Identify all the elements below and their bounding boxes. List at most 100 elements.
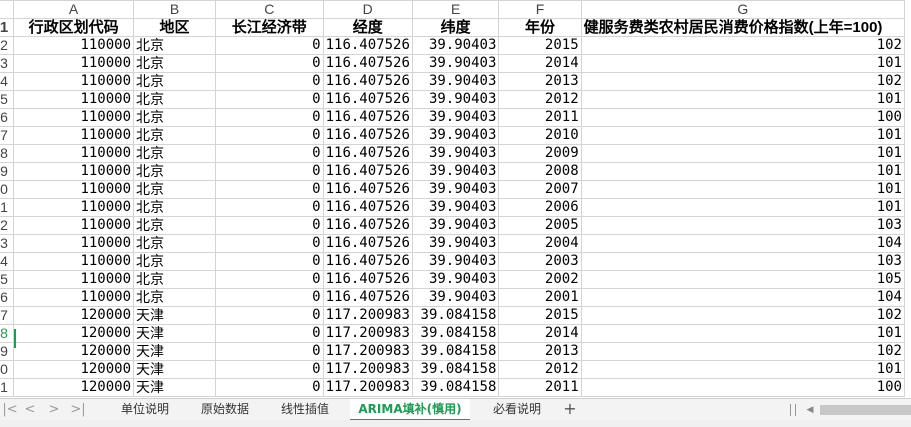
- cell[interactable]: 120000: [13, 378, 135, 397]
- cell[interactable]: 39.084158: [411, 342, 500, 361]
- cell[interactable]: 天津: [133, 324, 216, 343]
- column-header-f[interactable]: F: [498, 0, 582, 19]
- cell[interactable]: 2015: [498, 36, 582, 55]
- cell[interactable]: 2008: [498, 162, 582, 181]
- cell[interactable]: 39.90403: [411, 90, 500, 109]
- cell[interactable]: 39.90403: [411, 198, 500, 217]
- cell[interactable]: 北京: [133, 288, 216, 307]
- cell[interactable]: 110000: [13, 126, 135, 145]
- cell[interactable]: 2009: [498, 144, 582, 163]
- next-sheet-icon[interactable]: >: [46, 401, 62, 419]
- cell[interactable]: 116.407526: [322, 54, 413, 73]
- cell[interactable]: 北京: [133, 198, 216, 217]
- cell[interactable]: 101: [580, 90, 906, 109]
- cell[interactable]: 116.407526: [322, 234, 413, 253]
- column-header-a[interactable]: A: [13, 0, 135, 19]
- row-header[interactable]: 2: [0, 216, 15, 235]
- row-header[interactable]: 7: [0, 306, 15, 325]
- cell[interactable]: 2012: [498, 90, 582, 109]
- column-header-b[interactable]: B: [133, 0, 216, 19]
- row-header[interactable]: 8: [0, 324, 15, 343]
- tab-unit-description[interactable]: 单位说明: [110, 399, 180, 421]
- cell[interactable]: 103: [580, 252, 906, 271]
- column-header-e[interactable]: E: [411, 0, 500, 19]
- row-header[interactable]: 7: [0, 126, 15, 145]
- row-header[interactable]: 1: [0, 18, 15, 37]
- cell[interactable]: 110000: [13, 72, 135, 91]
- row-header[interactable]: 4: [0, 72, 15, 91]
- cell[interactable]: 116.407526: [322, 216, 413, 235]
- cell[interactable]: 39.084158: [411, 306, 500, 325]
- cell[interactable]: 0: [214, 342, 324, 361]
- select-all-corner[interactable]: [0, 0, 15, 19]
- cell[interactable]: 北京: [133, 234, 216, 253]
- cell[interactable]: 0: [214, 378, 324, 397]
- tab-splitter-handle[interactable]: [790, 404, 796, 416]
- cell[interactable]: 北京: [133, 216, 216, 235]
- cell[interactable]: 39.90403: [411, 36, 500, 55]
- cell[interactable]: 天津: [133, 360, 216, 379]
- cell[interactable]: 104: [580, 288, 906, 307]
- cell[interactable]: 2001: [498, 288, 582, 307]
- cell[interactable]: 116.407526: [322, 36, 413, 55]
- cell[interactable]: 0: [214, 54, 324, 73]
- row-header[interactable]: 3: [0, 234, 15, 253]
- cell[interactable]: 0: [214, 108, 324, 127]
- cell[interactable]: 39.90403: [411, 216, 500, 235]
- cell[interactable]: 39.90403: [411, 54, 500, 73]
- cell[interactable]: 103: [580, 216, 906, 235]
- cell[interactable]: 116.407526: [322, 108, 413, 127]
- add-sheet-icon[interactable]: +: [561, 399, 579, 421]
- cell[interactable]: 0: [214, 324, 324, 343]
- cell[interactable]: 北京: [133, 162, 216, 181]
- cell[interactable]: 102: [580, 36, 906, 55]
- cell[interactable]: 101: [580, 180, 906, 199]
- cell[interactable]: 116.407526: [322, 180, 413, 199]
- cell[interactable]: 北京: [133, 36, 216, 55]
- cell[interactable]: 0: [214, 234, 324, 253]
- cell[interactable]: 2011: [498, 108, 582, 127]
- cell[interactable]: 110000: [13, 198, 135, 217]
- tab-linear-interpolation[interactable]: 线性插值: [270, 399, 340, 421]
- cell[interactable]: 120000: [13, 360, 135, 379]
- cell[interactable]: 117.200983: [322, 342, 413, 361]
- prev-sheet-icon[interactable]: <: [22, 401, 38, 419]
- cell[interactable]: 120000: [13, 324, 135, 343]
- cell[interactable]: 天津: [133, 342, 216, 361]
- horizontal-scrollbar[interactable]: [820, 405, 911, 415]
- cell[interactable]: 2007: [498, 180, 582, 199]
- scroll-left-icon[interactable]: ◀: [803, 403, 817, 417]
- first-sheet-icon[interactable]: |<: [2, 401, 18, 419]
- cell[interactable]: 0: [214, 252, 324, 271]
- cell[interactable]: 100: [580, 108, 906, 127]
- cell[interactable]: 2005: [498, 216, 582, 235]
- cell[interactable]: 2013: [498, 72, 582, 91]
- cell[interactable]: 2002: [498, 270, 582, 289]
- cell[interactable]: 北京: [133, 72, 216, 91]
- cell[interactable]: 39.90403: [411, 252, 500, 271]
- cell[interactable]: 110000: [13, 54, 135, 73]
- header-cell[interactable]: 年份: [498, 18, 582, 37]
- cell[interactable]: 110000: [13, 144, 135, 163]
- tab-raw-data[interactable]: 原始数据: [190, 399, 260, 421]
- row-header[interactable]: 6: [0, 288, 15, 307]
- row-header[interactable]: 9: [0, 342, 15, 361]
- header-cell[interactable]: 经度: [322, 18, 413, 37]
- cell[interactable]: 101: [580, 162, 906, 181]
- cell[interactable]: 110000: [13, 234, 135, 253]
- cell[interactable]: 116.407526: [322, 72, 413, 91]
- cell[interactable]: 110000: [13, 288, 135, 307]
- cell[interactable]: 39.90403: [411, 108, 500, 127]
- column-header-d[interactable]: D: [322, 0, 413, 19]
- cell[interactable]: 102: [580, 306, 906, 325]
- cell[interactable]: 0: [214, 72, 324, 91]
- cell[interactable]: 2014: [498, 324, 582, 343]
- cell[interactable]: 105: [580, 270, 906, 289]
- cell[interactable]: 2012: [498, 360, 582, 379]
- cell[interactable]: 0: [214, 180, 324, 199]
- cell[interactable]: 110000: [13, 162, 135, 181]
- cell[interactable]: 116.407526: [322, 288, 413, 307]
- cell[interactable]: 117.200983: [322, 378, 413, 397]
- header-cell[interactable]: 健服务费类农村居民消费价格指数(上年=100): [580, 18, 906, 37]
- header-cell[interactable]: 长江经济带: [214, 18, 324, 37]
